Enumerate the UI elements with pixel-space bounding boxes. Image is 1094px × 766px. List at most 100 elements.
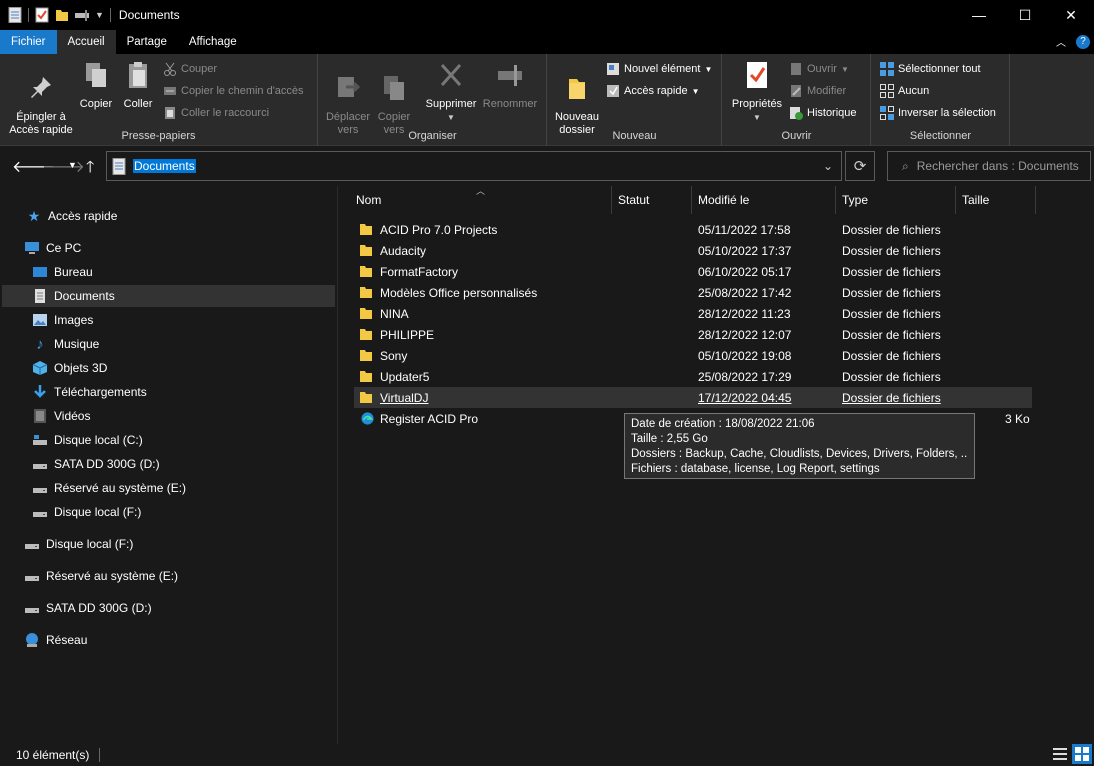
tab-view[interactable]: Affichage (178, 30, 248, 54)
select-group: Sélectionner tout Aucun Inverser la séle… (872, 54, 1010, 146)
properties-icon[interactable] (35, 7, 49, 23)
table-row[interactable]: PHILIPPE 28/12/2022 12:07 Dossier de fic… (354, 324, 1032, 345)
copy-button[interactable]: Copier (78, 60, 114, 111)
edit-button[interactable]: Modifier (789, 82, 846, 100)
document-icon (35, 289, 45, 303)
new-item-button[interactable]: Nouvel élément ▼ (606, 60, 712, 78)
nav-music[interactable]: ♪ Musique (32, 333, 99, 355)
paste-shortcut-button[interactable]: Coller le raccourci (163, 104, 269, 122)
address-bar[interactable]: Documents (106, 151, 842, 181)
table-row[interactable]: Audacity 05/10/2022 17:37 Dossier de fic… (354, 240, 1032, 261)
new-folder-icon[interactable] (55, 7, 69, 23)
new-folder-icon (569, 79, 585, 99)
invert-selection-icon (880, 106, 894, 120)
search-icon: ⌕ (902, 158, 909, 173)
table-row[interactable]: Sony 05/10/2022 19:08 Dossier de fichier… (354, 345, 1032, 366)
status-bar: 10 élément(s) (0, 744, 1094, 766)
properties-dropdown-icon[interactable]: ▼ (729, 111, 785, 124)
copy-to-button[interactable]: Copier vers (371, 60, 417, 137)
table-row[interactable]: FormatFactory 06/10/2022 05:17 Dossier d… (354, 261, 1032, 282)
properties-button[interactable]: Propriétés ▼ (729, 60, 785, 124)
table-row[interactable]: ACID Pro 7.0 Projects 05/11/2022 17:58 D… (354, 219, 1032, 240)
nav-quick-access[interactable]: ★ Accès rapide (26, 205, 118, 227)
nav-downloads[interactable]: Téléchargements (32, 381, 147, 403)
drive-icon (33, 512, 47, 517)
nav-documents[interactable]: Documents (2, 285, 335, 307)
tooltip-folders: Dossiers : Backup, Cache, Cloudlists, De… (631, 448, 968, 460)
rename-button[interactable]: Renommer (481, 60, 539, 111)
maximize-button[interactable]: ☐ (1002, 0, 1048, 30)
tab-home[interactable]: Accueil (56, 30, 116, 54)
nav-drive-c[interactable]: Disque local (C:) (32, 429, 143, 451)
delete-button[interactable]: Supprimer ▼ (423, 60, 479, 124)
history-button[interactable]: Historique (789, 104, 857, 122)
refresh-button[interactable]: ⟳ (845, 151, 875, 181)
new-group: Nouveau dossier Nouvel élément ▼ Accès ra… (548, 54, 722, 146)
nav-drive-f-root[interactable]: Disque local (F:) (24, 533, 133, 555)
details-view-button[interactable] (1050, 744, 1070, 764)
nav-desktop[interactable]: Bureau (32, 261, 93, 283)
window-controls: — ☐ ✕ (956, 0, 1094, 30)
rename-icon[interactable] (75, 7, 89, 23)
address-path[interactable]: Documents (133, 159, 196, 173)
folder-icon (360, 224, 372, 235)
up-button[interactable]: 🡑 (86, 156, 94, 183)
navigation-pane: ★ Accès rapide Ce PC Bureau Documents Im… (0, 186, 338, 744)
folder-icon (360, 392, 372, 403)
nav-videos[interactable]: Vidéos (32, 405, 90, 427)
nav-drive-e-root[interactable]: Réservé au système (E:) (24, 565, 178, 587)
nav-drive-d-root[interactable]: SATA DD 300G (D:) (24, 597, 152, 619)
close-button[interactable]: ✕ (1048, 0, 1094, 30)
select-group-label: Sélectionner (909, 130, 972, 142)
folder-icon (360, 266, 372, 277)
address-dropdown-icon[interactable]: ⌄ (814, 151, 842, 181)
folder-icon (360, 245, 372, 256)
pin-quick-access-button[interactable]: Épingler à Accès rapide (6, 60, 76, 137)
recent-locations-icon[interactable]: ▼ (68, 160, 77, 170)
ribbon-controls: ︿ ? (1056, 34, 1090, 49)
column-header-status[interactable]: Statut (612, 186, 692, 214)
copy-icon (86, 63, 106, 87)
easy-access-button[interactable]: Accès rapide ▼ (606, 82, 700, 100)
nav-this-pc[interactable]: Ce PC (24, 237, 81, 259)
drive-icon (33, 435, 47, 445)
column-header-name[interactable]: Nom (350, 186, 612, 214)
table-row[interactable]: NINA 28/12/2022 11:23 Dossier de fichier… (354, 303, 1032, 324)
cut-button[interactable]: Couper (163, 60, 217, 78)
clipboard-group: Épingler à Accès rapide Copier Coller Co… (0, 54, 318, 146)
qat-dropdown-icon[interactable]: ▼ (95, 10, 104, 20)
open-button[interactable]: Ouvrir ▼ (789, 60, 849, 78)
large-icons-view-button[interactable] (1072, 744, 1092, 764)
column-header-size[interactable]: Taille (956, 186, 1036, 214)
collapse-ribbon-icon[interactable]: ︿ (1056, 34, 1066, 49)
paste-button[interactable]: Coller (120, 60, 156, 111)
large-icons-view-icon (1075, 747, 1089, 761)
copy-path-button[interactable]: Copier le chemin d'accès (163, 82, 304, 100)
new-folder-button[interactable]: Nouveau dossier (552, 60, 602, 137)
nav-3d-objects[interactable]: Objets 3D (32, 357, 107, 379)
music-icon: ♪ (36, 336, 44, 353)
nav-drive-e[interactable]: Réservé au système (E:) (32, 477, 186, 499)
drive-icon (33, 464, 47, 469)
move-to-button[interactable]: Déplacer vers (323, 60, 373, 137)
nav-drive-d[interactable]: SATA DD 300G (D:) (32, 453, 160, 475)
tab-file[interactable]: Fichier (0, 30, 57, 54)
column-header-modified[interactable]: Modifié le (692, 186, 836, 214)
search-input[interactable]: ⌕ Rechercher dans : Documents (887, 151, 1091, 181)
nav-drive-f[interactable]: Disque local (F:) (32, 501, 141, 523)
table-row[interactable]: Modèles Office personnalisés 25/08/2022 … (354, 282, 1032, 303)
table-row[interactable]: VirtualDJ 17/12/2022 04:45 Dossier de fi… (354, 387, 1032, 408)
help-icon[interactable]: ? (1076, 34, 1090, 49)
document-icon (8, 7, 22, 23)
column-header-type[interactable]: Type (836, 186, 956, 214)
invert-selection-button[interactable]: Inverser la sélection (880, 104, 996, 122)
table-row[interactable]: Updater5 25/08/2022 17:29 Dossier de fic… (354, 366, 1032, 387)
delete-dropdown-icon[interactable]: ▼ (423, 111, 479, 124)
forward-button[interactable]: 🡒 (42, 156, 85, 177)
minimize-button[interactable]: — (956, 0, 1002, 30)
tab-share[interactable]: Partage (116, 30, 178, 54)
select-none-button[interactable]: Aucun (880, 82, 929, 100)
nav-network[interactable]: Réseau (24, 629, 87, 651)
nav-images[interactable]: Images (32, 309, 93, 331)
select-all-button[interactable]: Sélectionner tout (880, 60, 981, 78)
